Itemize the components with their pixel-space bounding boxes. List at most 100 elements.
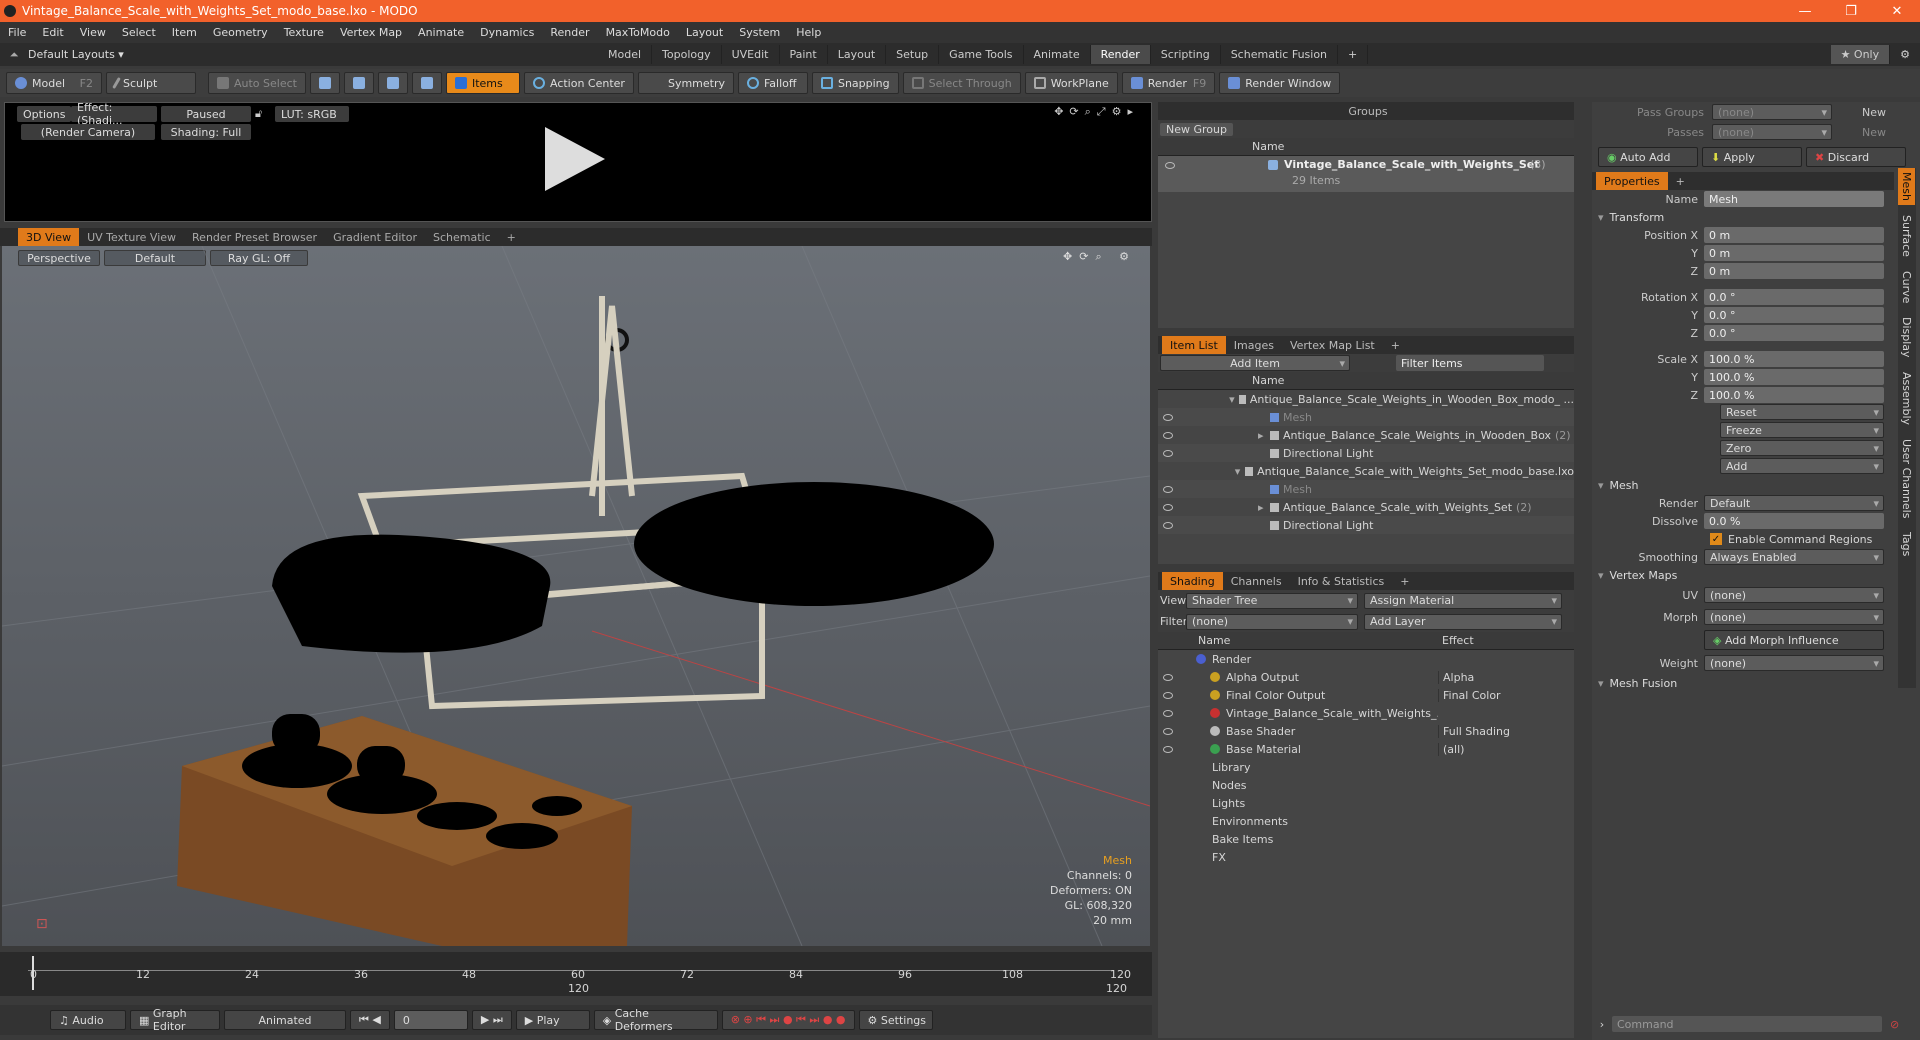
item-list-row[interactable]: Directional Light	[1158, 516, 1574, 534]
item-list-row[interactable]: ▸ Antique_Balance_Scale_with_Weights_Set(…	[1158, 498, 1574, 516]
add-dropdown[interactable]: Add	[1720, 458, 1884, 474]
tab-uv-texture-view[interactable]: UV Texture View	[79, 228, 184, 246]
new-group-button[interactable]: New Group	[1160, 122, 1233, 136]
vertices-mode-button[interactable]	[309, 72, 340, 94]
preview-paused-button[interactable]: Paused	[161, 106, 251, 122]
render-button[interactable]: Render F9	[1121, 72, 1216, 94]
shader-tree-row[interactable]: FX	[1158, 848, 1574, 866]
add-layer-dropdown[interactable]: Add Layer	[1364, 613, 1562, 630]
tab-shading[interactable]: Shading	[1162, 572, 1223, 590]
shader-layer-effect[interactable]: Full Shading	[1438, 724, 1568, 738]
shader-tree-row[interactable]: Nodes	[1158, 776, 1574, 794]
preview-camera-dropdown[interactable]: (Render Camera)	[21, 124, 155, 140]
render-preview[interactable]: Options Effect: (Shadi... Paused 🔓︎ LUT:…	[4, 101, 1152, 222]
menu-geometry[interactable]: Geometry	[205, 26, 276, 39]
shader-tree-row[interactable]: Environments	[1158, 812, 1574, 830]
enable-command-regions-checkbox[interactable]: ✓	[1710, 533, 1722, 545]
menu-system[interactable]: System	[731, 26, 788, 39]
uv-dropdown[interactable]: (none)	[1704, 587, 1884, 603]
tab-gradient-editor[interactable]: Gradient Editor	[325, 228, 425, 246]
menu-maxtomodo[interactable]: MaxToModo	[598, 26, 678, 39]
transform-field[interactable]: 0 m	[1704, 227, 1884, 243]
symmetry-button[interactable]: Symmetry	[637, 72, 734, 94]
side-tab-mesh[interactable]: Mesh	[1898, 168, 1915, 205]
group-row[interactable]: Vintage_Balance_Scale_with_Weights_Set (…	[1158, 156, 1574, 192]
side-tab-curve[interactable]: Curve	[1898, 267, 1915, 307]
3d-viewport[interactable]: Perspective Default Ray GL: Off ✥⟳⌕ ⚙ ⊡ …	[2, 246, 1150, 946]
tab-channels[interactable]: Channels	[1223, 572, 1290, 590]
only-button[interactable]: ★ Only	[1830, 45, 1891, 64]
transform-field[interactable]: 100.0 %	[1704, 369, 1884, 385]
polygons-mode-button[interactable]	[377, 72, 408, 94]
menu-dynamics[interactable]: Dynamics	[472, 26, 542, 39]
filter-dropdown[interactable]: (none)	[1186, 613, 1358, 630]
tab-schematic-fusion[interactable]: Schematic Fusion	[1221, 45, 1339, 64]
preview-options-button[interactable]: Options	[17, 106, 72, 122]
menu-file[interactable]: File	[0, 26, 34, 39]
menu-help[interactable]: Help	[788, 26, 829, 39]
add-item-dropdown[interactable]: Add Item	[1160, 355, 1350, 371]
tab-item-list[interactable]: Item List	[1162, 336, 1226, 354]
tab-vertex-map-list[interactable]: Vertex Map List	[1282, 336, 1383, 354]
item-list-row[interactable]: Mesh	[1158, 408, 1574, 426]
transform-field[interactable]: 100.0 %	[1704, 351, 1884, 367]
key-controls[interactable]: ⊗ ⊕ ⏮ ⏭ ● ⏮ ⏭ ● ●	[721, 1010, 855, 1030]
new-pass-button[interactable]: New	[1862, 126, 1886, 139]
add-layout-tab-button[interactable]: +	[1338, 45, 1369, 64]
render-window-button[interactable]: Render Window	[1219, 72, 1341, 94]
menu-vertex-map[interactable]: Vertex Map	[332, 26, 410, 39]
shader-tree-row[interactable]: Alpha Output Alpha	[1158, 668, 1574, 686]
tab-3d-view[interactable]: 3D View	[18, 228, 80, 246]
smoothing-dropdown[interactable]: Always Enabled	[1704, 549, 1884, 565]
tab-scripting[interactable]: Scripting	[1151, 45, 1221, 64]
graph-editor-button[interactable]: ▦ Graph Editor	[130, 1007, 220, 1033]
shader-tree-row[interactable]: Bake Items	[1158, 830, 1574, 848]
shader-tree-row[interactable]: Final Color Output Final Color	[1158, 686, 1574, 704]
expand-arrow-icon[interactable]: ▾	[1229, 393, 1239, 406]
minimize-button[interactable]: —	[1782, 0, 1828, 22]
close-button[interactable]: ✕	[1874, 0, 1920, 22]
tab-topology[interactable]: Topology	[652, 45, 722, 64]
timeline[interactable]: 0 12 24 36 48 60 72 84 96 108 120 120 12…	[0, 952, 1152, 996]
layout-preset-dropdown[interactable]: Default Layouts ▾	[28, 48, 598, 61]
add-tab-icon[interactable]: +	[1392, 572, 1417, 590]
tab-render[interactable]: Render	[1090, 45, 1151, 64]
shader-tree-row[interactable]: Base Shader Full Shading	[1158, 722, 1574, 740]
zero-dropdown[interactable]: Zero	[1720, 440, 1884, 456]
view-dropdown[interactable]: Shader Tree	[1186, 592, 1358, 609]
shader-tree-row[interactable]: Vintage_Balance_Scale_with_Weights_...	[1158, 704, 1574, 722]
command-clear-icon[interactable]: ⊘	[1890, 1018, 1899, 1031]
filter-items-input[interactable]: Filter Items	[1396, 355, 1544, 371]
dissolve-field[interactable]: 0.0 %	[1704, 513, 1884, 529]
menu-item[interactable]: Item	[164, 26, 205, 39]
expand-arrow-icon[interactable]: ▸	[1258, 429, 1270, 442]
audio-button[interactable]: ♫ Audio	[50, 1010, 126, 1030]
visibility-eye-icon[interactable]	[1163, 709, 1173, 717]
animated-dropdown[interactable]: Animated	[224, 1010, 346, 1030]
menu-edit[interactable]: Edit	[34, 26, 71, 39]
workplane-button[interactable]: WorkPlane	[1024, 72, 1118, 94]
transform-field[interactable]: 0.0 °	[1704, 307, 1884, 323]
sculpt-button[interactable]: Sculpt	[106, 72, 196, 94]
vertex-maps-section[interactable]: Vertex Maps	[1592, 566, 1920, 584]
shader-tree-row[interactable]: Lights	[1158, 794, 1574, 812]
item-list-row[interactable]: Mesh	[1158, 480, 1574, 498]
discard-button[interactable]: ✖ Discard	[1806, 147, 1906, 167]
transform-field[interactable]: 0 m	[1704, 263, 1884, 279]
expand-arrow-icon[interactable]: ▾	[1235, 465, 1246, 478]
playhead[interactable]	[32, 956, 34, 990]
tab-schematic[interactable]: Schematic	[425, 228, 499, 246]
items-mode-button[interactable]: Items	[445, 72, 520, 94]
morph-dropdown[interactable]: (none)	[1704, 609, 1884, 625]
visibility-eye-icon[interactable]	[1165, 162, 1175, 169]
menu-select[interactable]: Select	[114, 26, 164, 39]
item-list-row[interactable]: ▸ Antique_Balance_Scale_Weights_in_Wooden…	[1158, 426, 1574, 444]
transform-field[interactable]: 0.0 °	[1704, 289, 1884, 305]
auto-select-button[interactable]: Auto Select	[208, 72, 306, 94]
play-icon[interactable]	[545, 127, 605, 191]
weight-dropdown[interactable]: (none)	[1704, 655, 1884, 671]
transform-field[interactable]: 0 m	[1704, 245, 1884, 261]
cache-deformers-button[interactable]: ◈ Cache Deformers	[593, 1007, 718, 1033]
command-expand-icon[interactable]: ›	[1592, 1018, 1612, 1031]
snapping-button[interactable]: Snapping	[811, 72, 899, 94]
